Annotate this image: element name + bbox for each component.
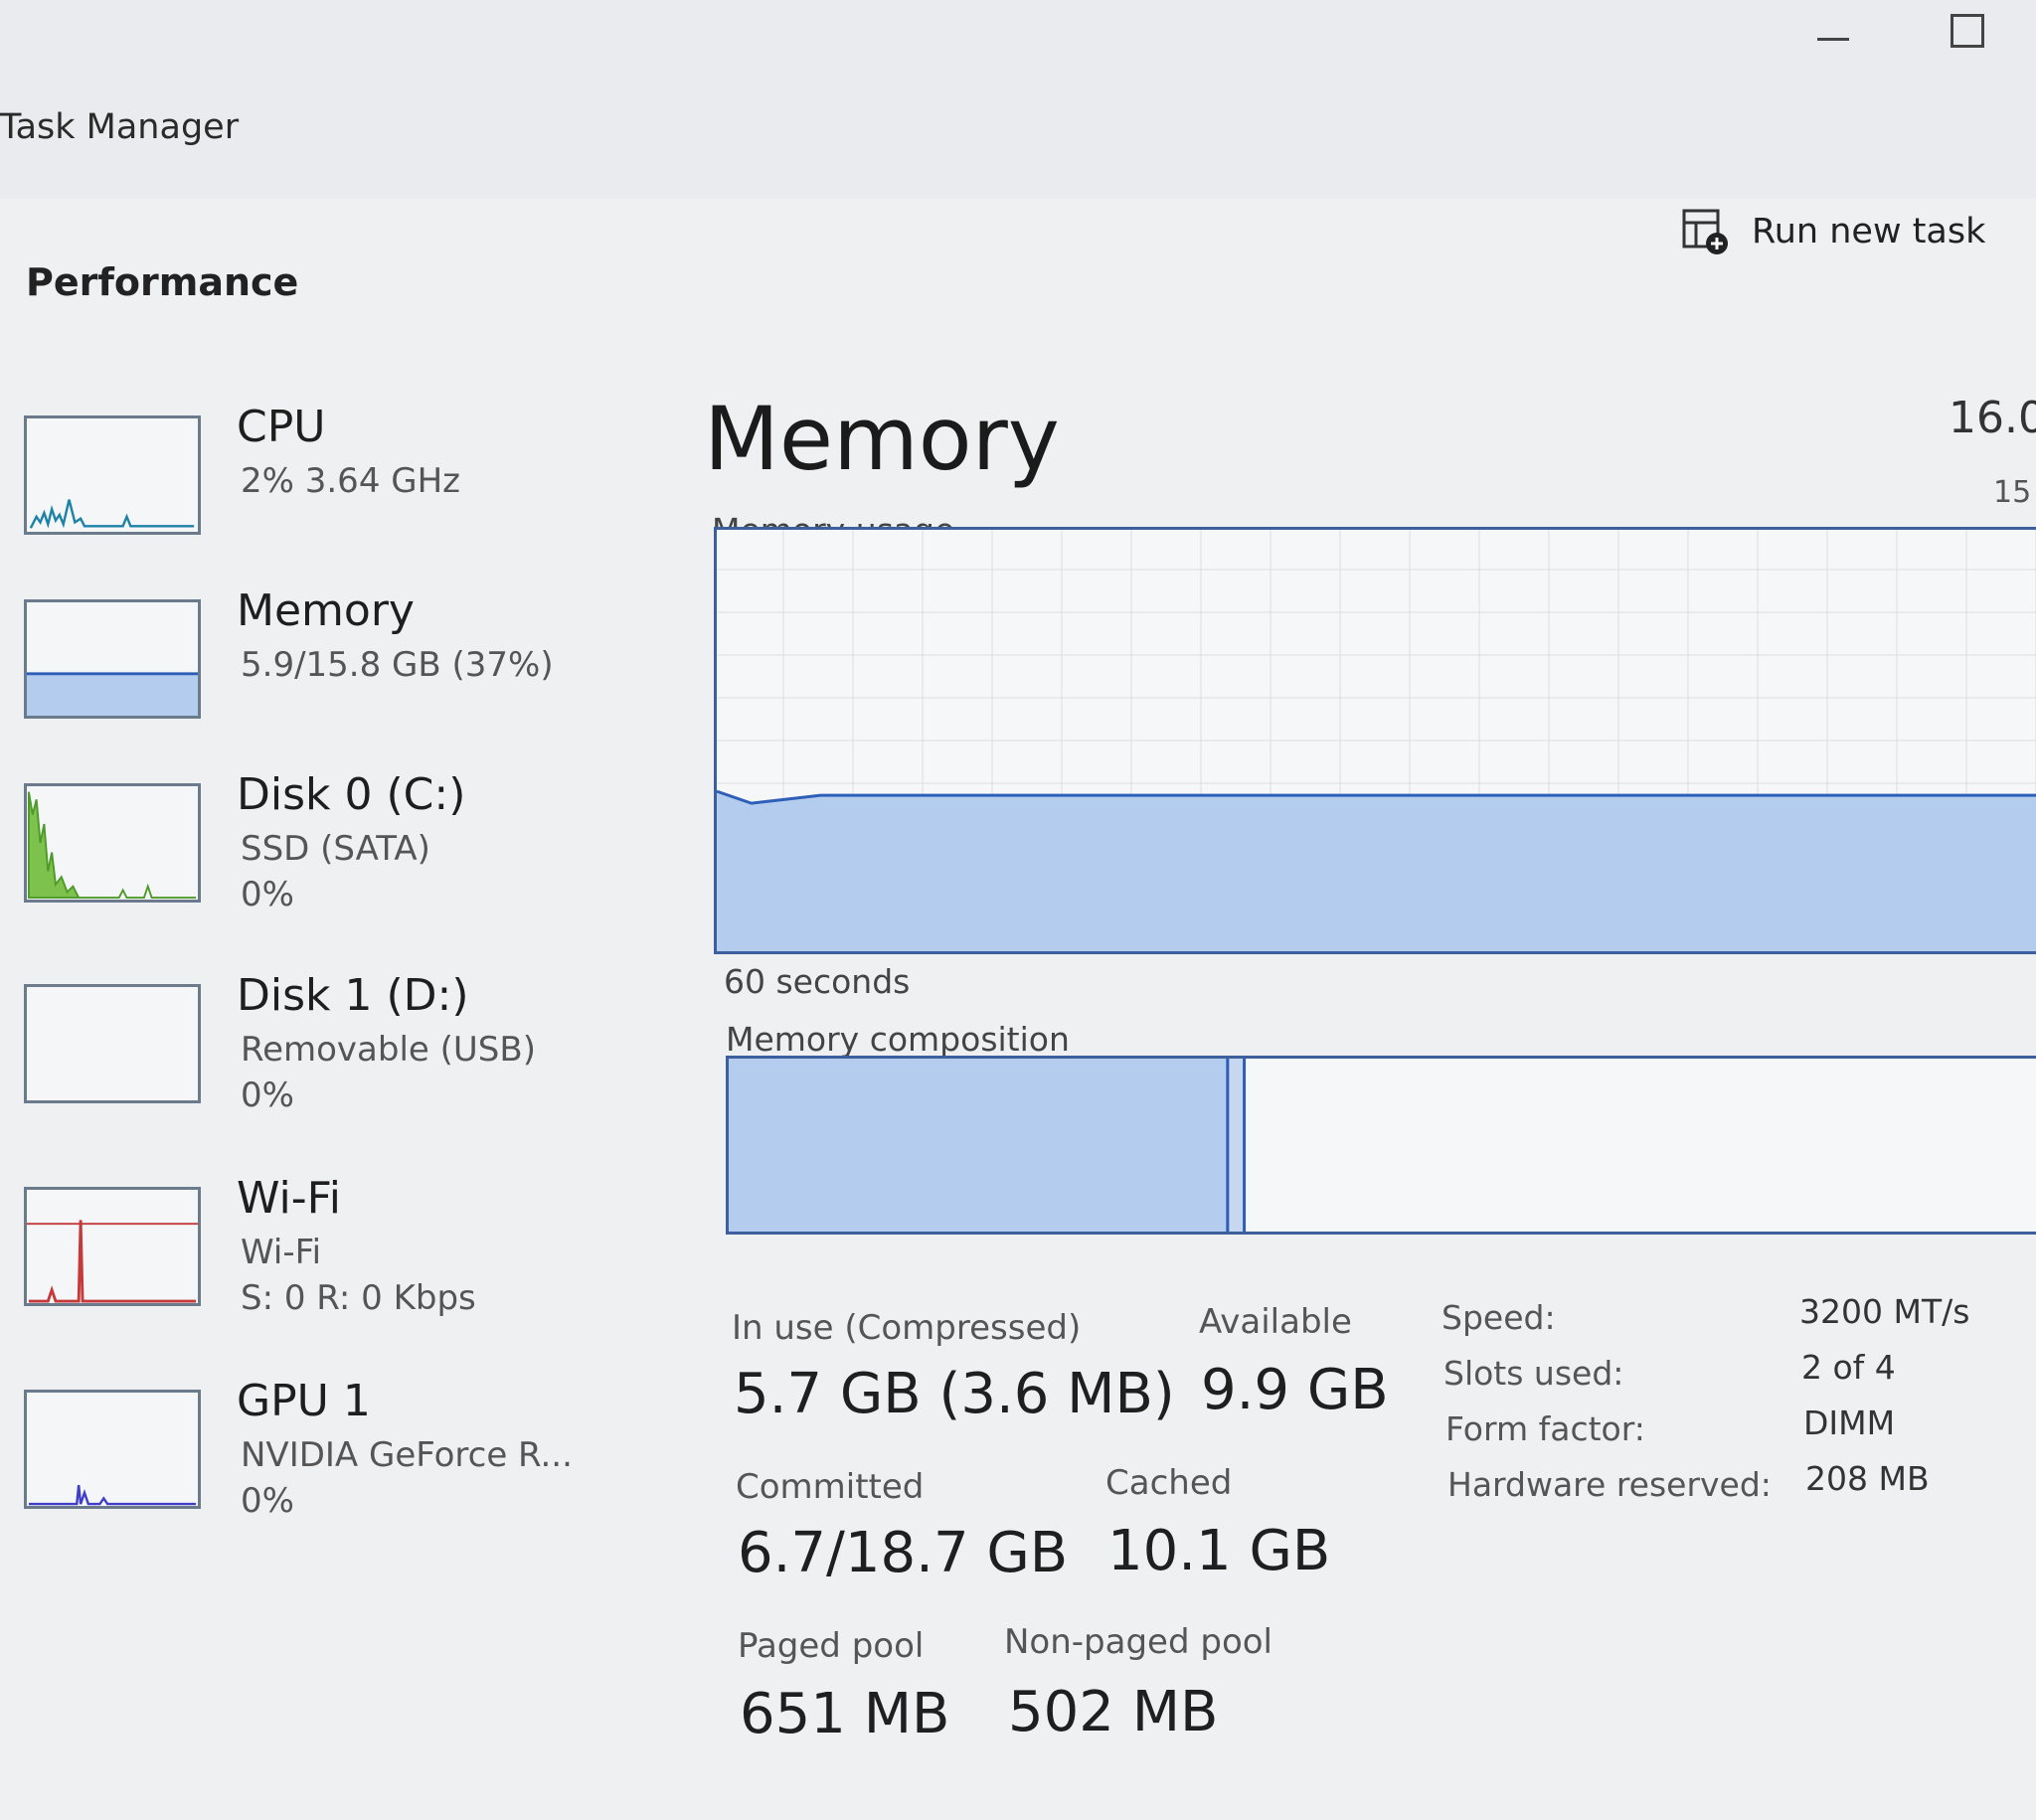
sidebar-item-disk-1[interactable]: Disk 1 (D:) Removable (USB) 0% [20,970,656,1153]
wifi-thumbnail-graph [24,1187,201,1306]
speed-value: 3200 MT/s [1799,1292,1970,1331]
form-factor-value: DIMM [1803,1404,1896,1442]
available-value: 9.9 GB [1201,1358,1389,1422]
sidebar-item-label: Memory [237,585,415,636]
paged-pool-label: Paged pool [738,1626,925,1666]
memory-composition-bar [726,1056,2036,1235]
sidebar-item-detail: NVIDIA GeForce R... [241,1435,573,1475]
in-use-label: In use (Compressed) [732,1308,1082,1348]
cached-label: Cached [1105,1463,1233,1503]
disk-1-thumbnail-graph [24,984,201,1103]
time-span-label: 60 seconds [724,962,911,1001]
sidebar-item-disk-0[interactable]: Disk 0 (C:) SSD (SATA) 0% [20,769,656,952]
sidebar-item-label: CPU [237,402,326,452]
run-new-task-icon [1682,209,1728,254]
sidebar-item-wifi[interactable]: Wi-Fi Wi-Fi S: 0 R: 0 Kbps [20,1173,656,1356]
app-title: Task Manager [0,107,240,147]
gpu-1-thumbnail-graph [24,1390,201,1509]
page-title: Performance [26,260,299,304]
sidebar-item-throughput: S: 0 R: 0 Kbps [241,1278,476,1318]
sidebar-item-detail: 5.9/15.8 GB (37%) [241,645,554,685]
sidebar-item-usage: 0% [241,875,294,914]
memory-thumbnail-graph [24,599,201,719]
memory-composition-label: Memory composition [726,1020,1070,1059]
title-bar [0,0,2036,199]
total-capacity: 16.0 [1949,393,2036,443]
in-use-value: 5.7 GB (3.6 MB) [734,1362,1175,1426]
sidebar-item-detail: 2% 3.64 GHz [241,461,461,501]
composition-in-use-segment [729,1059,1228,1232]
run-new-task-button[interactable]: Run new task [1680,204,1985,259]
cached-value: 10.1 GB [1107,1519,1331,1583]
committed-label: Committed [736,1467,925,1507]
slots-used-value: 2 of 4 [1801,1348,1896,1387]
minimize-button[interactable] [1811,20,1855,60]
sidebar-item-detail: SSD (SATA) [241,829,430,869]
memory-usage-graph [714,527,2036,954]
committed-value: 6.7/18.7 GB [738,1521,1069,1585]
slots-used-label: Slots used: [1443,1354,1624,1393]
sidebar-item-memory[interactable]: Memory 5.9/15.8 GB (37%) [20,585,656,768]
maximize-button[interactable] [1951,14,1984,48]
sidebar-item-gpu-1[interactable]: GPU 1 NVIDIA GeForce R... 0% [20,1376,656,1559]
sidebar-item-usage: 0% [241,1481,294,1521]
non-paged-pool-label: Non-paged pool [1004,1622,1272,1662]
non-paged-pool-value: 502 MB [1008,1680,1219,1744]
sidebar-item-detail: Removable (USB) [241,1030,536,1070]
sidebar-item-label: Disk 0 (C:) [237,769,466,820]
sidebar-item-label: Wi-Fi [237,1173,341,1224]
sidebar-item-label: Disk 1 (D:) [237,970,469,1021]
sidebar-item-detail: Wi-Fi [241,1233,322,1272]
sidebar-item-cpu[interactable]: CPU 2% 3.64 GHz [20,402,656,584]
disk-0-thumbnail-graph [24,783,201,903]
run-new-task-label: Run new task [1752,212,1986,251]
form-factor-label: Form factor: [1445,1409,1645,1448]
paged-pool-value: 651 MB [740,1682,950,1746]
hardware-reserved-label: Hardware reserved: [1447,1465,1772,1504]
graph-max-label: 15 [1993,475,2032,510]
sidebar-item-label: GPU 1 [237,1376,371,1426]
composition-modified-segment [1227,1059,1245,1232]
available-label: Available [1199,1302,1352,1342]
speed-label: Speed: [1442,1298,1556,1337]
memory-title: Memory [704,388,1060,490]
hardware-reserved-value: 208 MB [1805,1459,1930,1498]
cpu-thumbnail-graph [24,415,201,535]
sidebar-item-usage: 0% [241,1075,294,1115]
